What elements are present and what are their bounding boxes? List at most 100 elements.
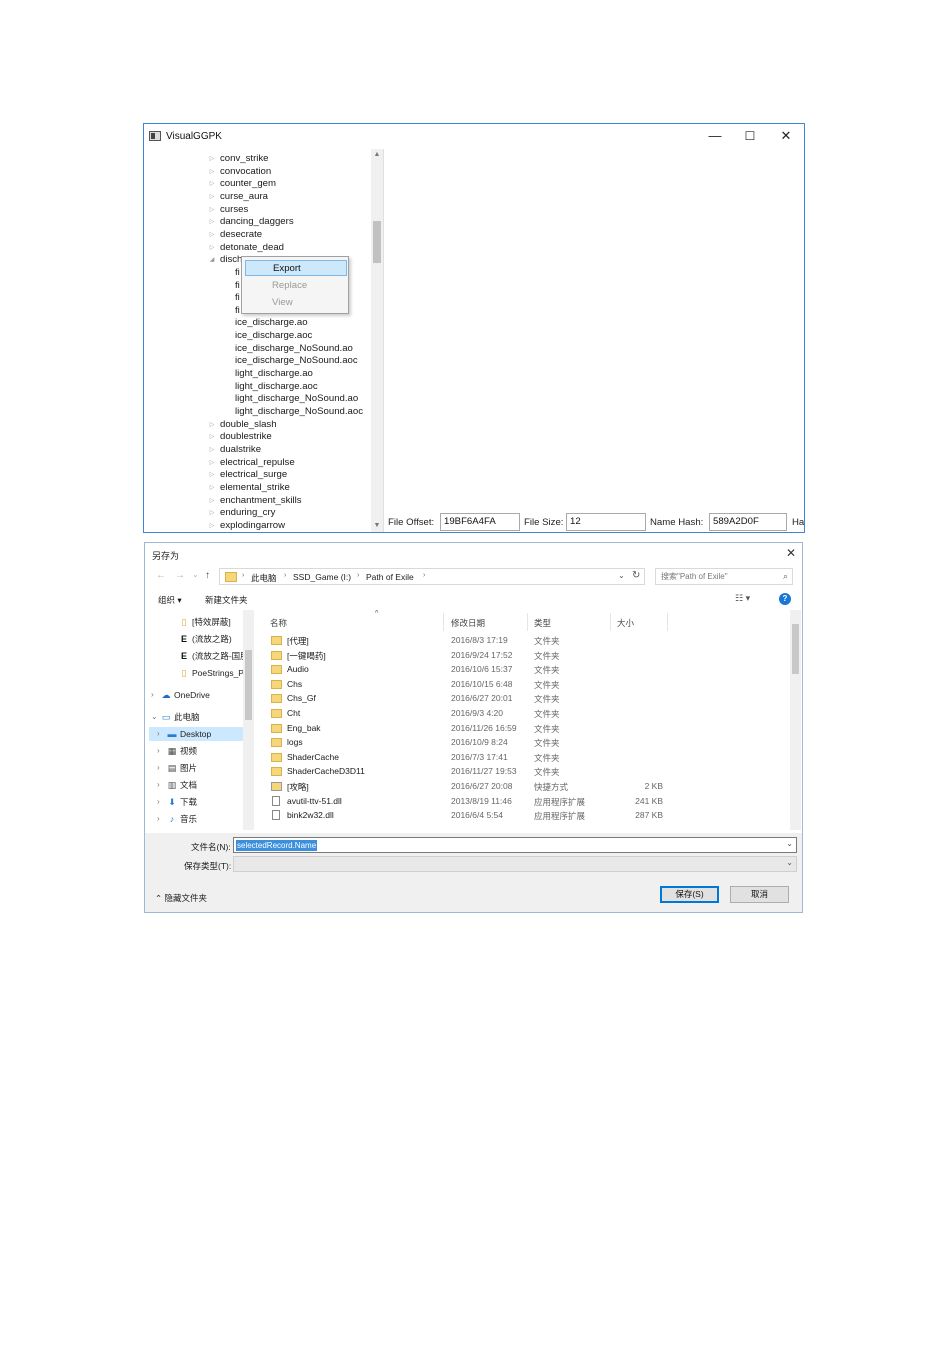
file-row[interactable]: bink2w32.dll 2016/6/4 5:54 应用程序扩展 287 KB [263,809,793,823]
tree-item[interactable]: elemental_strike [220,481,290,494]
nav-pane-item[interactable]: › ▥ 文档 [149,778,243,792]
file-row[interactable]: Audio 2016/10/6 15:37 文件夹 [263,663,793,677]
help-icon[interactable]: ? [779,593,791,605]
breadcrumb-folder[interactable]: Path of Exile [366,572,414,582]
tree-item[interactable]: disch [220,253,242,266]
tree-item[interactable]: enchantment_skills [220,494,302,507]
tree-item[interactable]: convocation [220,165,271,178]
nav-pane-item[interactable]: › ☁ OneDrive [149,688,243,702]
scroll-down-arrow-icon[interactable]: ▼ [371,520,383,532]
chevron-right-icon[interactable]: › [157,727,160,741]
breadcrumb-this-pc[interactable]: 此电脑 [251,572,277,584]
refresh-icon[interactable]: ↻ [632,570,640,581]
back-arrow-icon[interactable]: ← [156,570,166,581]
tree-item[interactable]: ice_discharge_NoSound.aoc [235,354,358,367]
search-icon[interactable]: ⌕ [783,569,788,584]
tree-scrollbar[interactable]: ▲ ▼ [371,149,383,532]
scroll-thumb[interactable] [373,221,381,263]
nav-pane-item[interactable]: › ▤ 图片 [149,761,243,775]
tree-item[interactable]: curse_aura [220,190,268,203]
collapsed-arrow-icon[interactable]: ▷ [208,459,216,466]
collapsed-arrow-icon[interactable]: ▷ [208,522,216,529]
collapsed-arrow-icon[interactable]: ▷ [208,168,216,175]
chevron-right-icon[interactable]: › [157,795,160,809]
column-divider[interactable] [527,613,528,631]
collapsed-arrow-icon[interactable]: ▷ [208,497,216,504]
file-list-scrollbar[interactable] [790,610,801,830]
chevron-down-icon[interactable]: ⌄ [786,858,793,867]
nav-pane-item[interactable]: ›▭SSD_System (C [149,829,243,830]
chevron-right-icon[interactable]: › [157,829,160,830]
file-row[interactable]: ShaderCacheD3D11 2016/11/27 19:53 文件夹 [263,765,793,779]
tree-item[interactable]: detonate_dead [220,241,284,254]
up-arrow-icon[interactable]: ↑ [205,570,210,581]
nav-pane-item[interactable]: › ⬇ 下载 [149,795,243,809]
maximize-button[interactable]: ☐ [736,127,764,145]
collapsed-arrow-icon[interactable]: ▷ [208,244,216,251]
tree-item[interactable]: enduring_cry [220,506,275,519]
file-row[interactable]: [代理] 2016/8/3 17:19 文件夹 [263,634,793,648]
file-size-field[interactable]: 12 [566,513,646,531]
tree-item[interactable]: light_discharge_NoSound.aoc [235,405,363,418]
recent-locations-icon[interactable]: ⌄ [192,570,199,579]
tree-item[interactable]: curses [220,203,248,216]
chevron-right-icon[interactable]: › [151,688,154,702]
expanded-arrow-icon[interactable]: ◢ [208,256,216,263]
tree-item[interactable]: fi [235,279,240,292]
nav-pane-item[interactable]: ▯ PoeStrings_Pro [149,666,252,680]
tree-item[interactable]: counter_gem [220,177,276,190]
tree-item[interactable]: ice_discharge.ao [235,316,308,329]
nav-pane-item[interactable]: › ♪ 音乐 [149,812,243,826]
file-row[interactable]: Chs_Gf 2016/6/27 20:01 文件夹 [263,692,793,706]
file-row[interactable]: avutil-ttv-51.dll 2013/8/19 11:46 应用程序扩展 24… [263,795,793,809]
minimize-button[interactable]: — [701,127,729,145]
close-button[interactable]: ✕ [772,127,800,145]
filename-input[interactable]: selectedRecord.Name ⌄ [233,837,797,853]
column-name[interactable]: 名称 [270,617,287,629]
tree-item[interactable]: double_slash [220,418,277,431]
collapsed-arrow-icon[interactable]: ▷ [208,218,216,225]
tree-item[interactable]: ice_discharge.aoc [235,329,312,342]
save-button[interactable]: 保存(S) [660,886,719,903]
collapsed-arrow-icon[interactable]: ▷ [208,180,216,187]
file-row[interactable]: Chs 2016/10/15 6:48 文件夹 [263,678,793,692]
file-row[interactable]: Cht 2016/9/3 4:20 文件夹 [263,707,793,721]
collapsed-arrow-icon[interactable]: ▷ [208,484,216,491]
collapsed-arrow-icon[interactable]: ▷ [208,471,216,478]
tree-item[interactable]: light_discharge.ao [235,367,313,380]
forward-arrow-icon[interactable]: → [175,570,185,581]
file-offset-field[interactable]: 19BF6A4FA [440,513,520,531]
nav-pane-item[interactable]: ⌄ ▭ 此电脑 [149,710,243,724]
file-row[interactable]: [攻略] 2016/6/27 20:08 快捷方式 2 KB [263,780,793,794]
nav-pane-item[interactable]: ▯ [特效屏蔽] [149,615,243,629]
tree-item[interactable]: light_discharge_NoSound.ao [235,392,358,405]
tree-item[interactable]: fi [235,266,240,279]
file-row[interactable]: ShaderCache 2016/7/3 17:41 文件夹 [263,751,793,765]
nav-pane-item[interactable]: › ▬ Desktop [149,727,243,741]
tree-item[interactable]: desecrate [220,228,262,241]
nav-pane-item[interactable]: › ▦ 视频 [149,744,243,758]
chevron-down-icon[interactable]: ⌄ [618,571,625,580]
navigation-pane[interactable]: ▯ [特效屏蔽] E (流放之路) E (流放之路-国服) ▯ PoeStrings_Pro ›… [145,610,255,830]
scroll-up-arrow-icon[interactable]: ▲ [371,149,383,161]
collapsed-arrow-icon[interactable]: ▷ [208,193,216,200]
file-row[interactable]: [一键喝药] 2016/9/24 17:52 文件夹 [263,649,793,663]
collapsed-arrow-icon[interactable]: ▷ [208,509,216,516]
tree-item[interactable]: electrical_repulse [220,456,295,469]
name-hash-field[interactable]: 589A2D0F [709,513,787,531]
file-tree[interactable]: conv_strike ▷ convocation ▷ counter_gem ▷ curs… [144,149,384,532]
cancel-button[interactable]: 取消 [730,886,789,903]
tree-item[interactable]: electrical_surge [220,468,287,481]
scroll-thumb[interactable] [245,650,252,720]
nav-pane-item[interactable]: E (流放之路) [149,632,243,646]
file-row[interactable]: logs 2016/10/9 8:24 文件夹 [263,736,793,750]
collapsed-arrow-icon[interactable]: ▷ [208,421,216,428]
tree-item[interactable]: ice_discharge_NoSound.ao [235,342,353,355]
collapsed-arrow-icon[interactable]: ▷ [208,206,216,213]
organize-button[interactable]: 组织 ▾ [158,594,182,606]
tree-item[interactable]: dancing_daggers [220,215,294,228]
dialog-close-button[interactable]: ✕ [783,545,799,561]
chevron-right-icon[interactable]: › [157,812,160,826]
tree-item[interactable]: doublestrike [220,430,272,443]
chevron-down-icon[interactable]: ⌄ [151,710,158,724]
